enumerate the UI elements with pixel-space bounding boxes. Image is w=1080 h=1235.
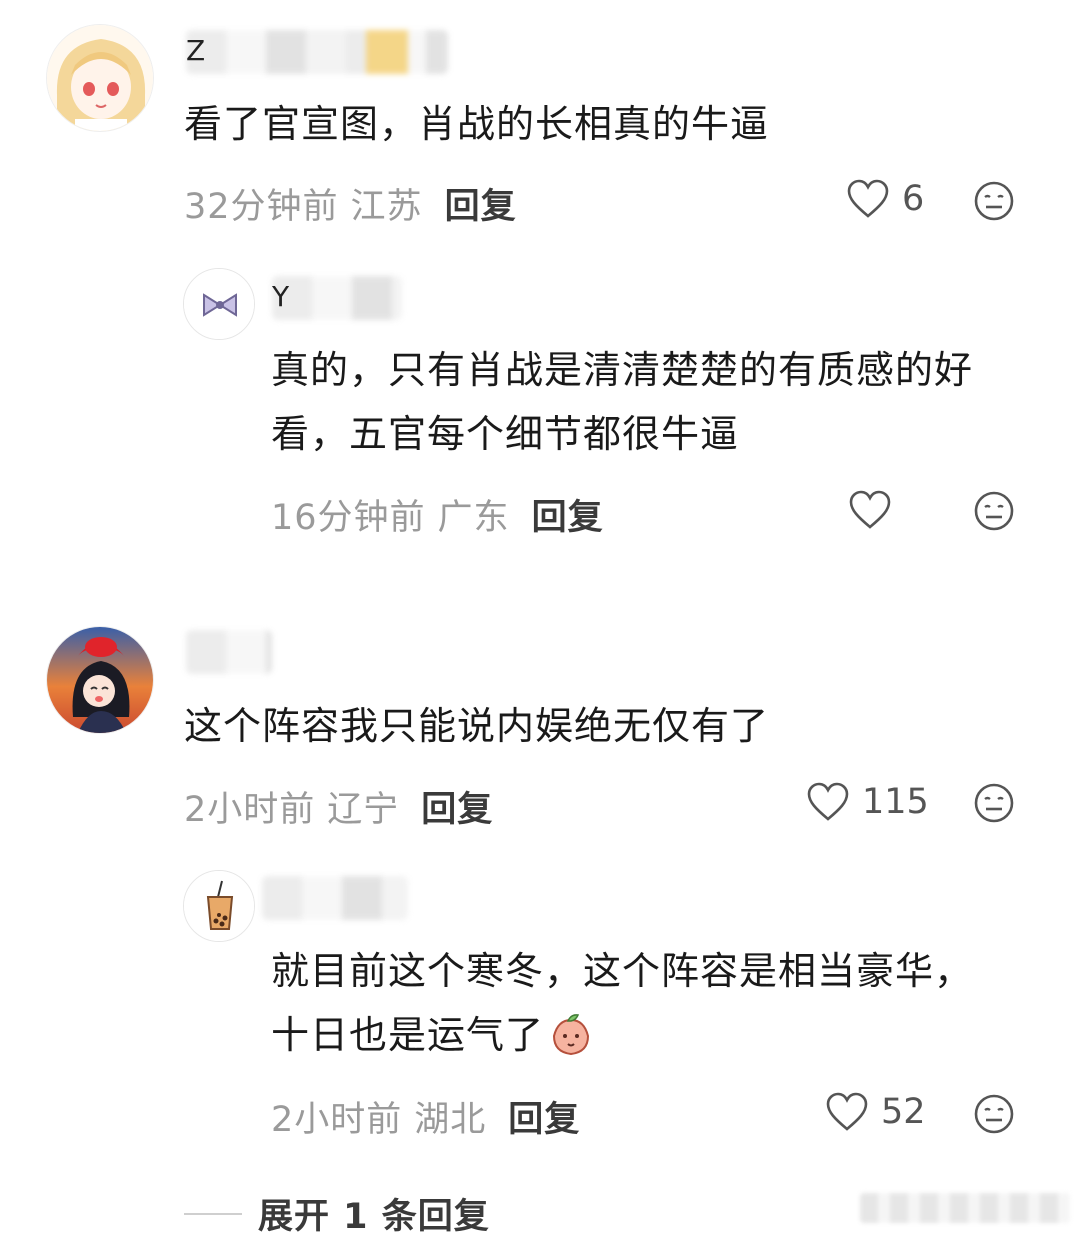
reaction-face-icon[interactable] bbox=[973, 782, 1015, 824]
reply-time: 16分钟前 bbox=[271, 498, 426, 538]
bubble-tea-avatar-icon bbox=[184, 871, 254, 941]
reply-button[interactable]: 回复 bbox=[445, 187, 517, 227]
blurred-watermark bbox=[860, 1193, 1070, 1223]
reaction-face-icon[interactable] bbox=[973, 180, 1015, 222]
reply-location: 广东 bbox=[437, 498, 510, 538]
reply-time: 2小时前 bbox=[271, 1100, 403, 1140]
user-avatar[interactable] bbox=[183, 268, 255, 340]
heart-outline-icon bbox=[849, 490, 891, 529]
like-button[interactable]: 52 bbox=[825, 1091, 926, 1133]
username-blurred[interactable] bbox=[262, 876, 408, 920]
like-count: 6 bbox=[902, 179, 925, 219]
comment-text: 看了官宣图，肖战的长相真的牛逼 bbox=[184, 102, 770, 146]
reaction-face-icon[interactable] bbox=[973, 490, 1015, 532]
comment-thread: Z 看了官宣图，肖战的长相真的牛逼 32分钟前 江苏 回复 6 Y 真的，只有肖… bbox=[0, 0, 1080, 1235]
reply-meta: 2小时前 湖北 回复 bbox=[271, 1091, 580, 1142]
user-avatar[interactable] bbox=[46, 24, 154, 132]
comment-time: 2小时前 bbox=[184, 790, 316, 830]
like-button[interactable] bbox=[848, 489, 904, 531]
comment-meta: 32分钟前 江苏 回复 bbox=[184, 178, 517, 229]
comment-meta: 2小时前 辽宁 回复 bbox=[184, 781, 493, 832]
reaction-face-icon[interactable] bbox=[973, 1093, 1015, 1135]
reply-button[interactable]: 回复 bbox=[421, 790, 493, 830]
bow-avatar-icon bbox=[184, 269, 254, 339]
comment-time: 32分钟前 bbox=[184, 187, 339, 227]
peach-emoji-icon bbox=[553, 1014, 590, 1056]
reply-button[interactable]: 回复 bbox=[532, 498, 604, 538]
comment-location: 辽宁 bbox=[327, 790, 400, 830]
divider-line bbox=[184, 1212, 242, 1215]
comment-text: 这个阵容我只能说内娱绝无仅有了 bbox=[184, 704, 770, 748]
reply-meta: 16分钟前 广东 回复 bbox=[271, 489, 604, 540]
user-avatar[interactable] bbox=[183, 870, 255, 942]
like-button[interactable]: 6 bbox=[846, 178, 924, 220]
reply-location: 湖北 bbox=[414, 1100, 487, 1140]
like-count: 115 bbox=[862, 782, 929, 822]
heart-outline-icon bbox=[826, 1092, 868, 1131]
user-avatar[interactable] bbox=[46, 626, 154, 734]
reply-button[interactable]: 回复 bbox=[508, 1100, 580, 1140]
username-blurred[interactable] bbox=[272, 276, 402, 320]
username-blurred[interactable] bbox=[186, 630, 272, 674]
username-initial: Y bbox=[272, 280, 290, 313]
reply-text: 就目前这个寒冬，这个阵容是相当豪华， 十日也是运气了 bbox=[271, 949, 974, 1057]
heart-outline-icon bbox=[847, 179, 889, 218]
like-count: 52 bbox=[881, 1092, 926, 1132]
anime-girl-sunset-avatar-icon bbox=[47, 627, 153, 733]
username-blurred[interactable] bbox=[186, 30, 448, 74]
like-button[interactable]: 115 bbox=[806, 781, 929, 823]
comment-location: 江苏 bbox=[350, 187, 423, 227]
username-initial: Z bbox=[186, 34, 206, 67]
reply-text: 真的，只有肖战是清清楚楚的有质感的好 看，五官每个细节都很牛逼 bbox=[271, 348, 974, 456]
expand-replies-label: 展开 1 条回复 bbox=[258, 1197, 490, 1235]
anime-girl-avatar-icon bbox=[47, 25, 153, 131]
expand-replies-button[interactable]: 展开 1 条回复 bbox=[184, 1188, 490, 1235]
heart-outline-icon bbox=[807, 782, 849, 821]
